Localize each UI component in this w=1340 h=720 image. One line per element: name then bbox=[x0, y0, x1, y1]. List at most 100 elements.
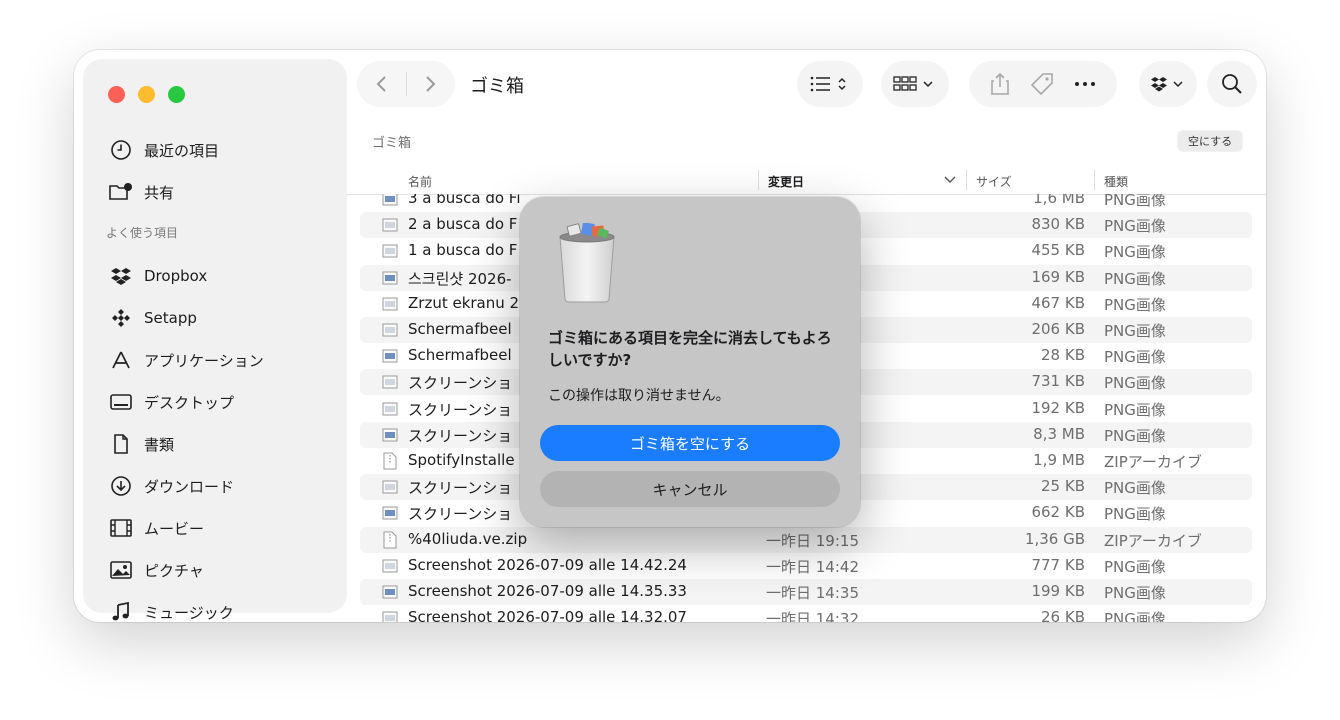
sidebar-item-music[interactable]: ミュージック bbox=[108, 597, 234, 622]
file-size: 28 KB bbox=[1041, 346, 1085, 365]
file-kind: PNG画像 bbox=[1104, 217, 1166, 236]
trash-full-icon bbox=[559, 223, 615, 303]
tag-icon bbox=[1030, 73, 1053, 96]
minimize-window-button[interactable] bbox=[138, 86, 155, 103]
close-window-button[interactable] bbox=[108, 86, 125, 103]
image-file-icon bbox=[382, 297, 398, 311]
sidebar-item-documents[interactable]: 書類 bbox=[108, 429, 174, 459]
file-name: スクリーンショ bbox=[408, 426, 513, 445]
file-size: 206 KB bbox=[1031, 320, 1085, 338]
zip-file-icon bbox=[383, 531, 397, 549]
sidebar-item-label: ミュージック bbox=[144, 603, 234, 622]
sidebar-item-shared[interactable]: 共有 bbox=[108, 177, 174, 207]
file-kind: PNG画像 bbox=[1104, 426, 1166, 445]
sidebar-item-downloads[interactable]: ダウンロード bbox=[108, 471, 234, 501]
more-icon bbox=[1075, 82, 1095, 86]
sidebar-item-applications[interactable]: アプリケーション bbox=[108, 345, 264, 375]
desktop-icon bbox=[108, 389, 134, 415]
file-date: 一昨日 14:42 bbox=[766, 557, 859, 576]
sidebar-item-label: 最近の項目 bbox=[144, 141, 220, 160]
zoom-window-button[interactable] bbox=[168, 86, 185, 103]
table-row[interactable]: Screenshot 2026-07-09 alle 14.32.07 一昨日 1… bbox=[360, 605, 1252, 622]
dropbox-menu-button[interactable] bbox=[1140, 62, 1196, 106]
image-file-icon bbox=[382, 585, 398, 599]
chevron-left-icon bbox=[376, 76, 386, 92]
applications-icon bbox=[108, 347, 134, 373]
empty-trash-button[interactable]: 空にする bbox=[1178, 131, 1243, 151]
file-name: 3 a busca do Fi bbox=[408, 194, 521, 207]
column-kind[interactable]: 種類 bbox=[1104, 173, 1128, 190]
sidebar-item-recents[interactable]: 最近の項目 bbox=[108, 135, 219, 165]
image-file-icon bbox=[382, 194, 398, 206]
search-button[interactable] bbox=[1208, 62, 1256, 106]
music-icon bbox=[108, 599, 134, 622]
file-name: スクリーンショ bbox=[408, 374, 513, 393]
file-kind: PNG画像 bbox=[1104, 584, 1166, 602]
file-size: 1,9 MB bbox=[1033, 451, 1085, 469]
sidebar-item-label: 書類 bbox=[144, 435, 175, 454]
tag-button[interactable] bbox=[1030, 62, 1054, 106]
chevron-right-icon bbox=[426, 76, 436, 92]
image-file-icon bbox=[382, 323, 398, 337]
file-size: 455 KB bbox=[1031, 241, 1085, 260]
file-kind: ZIPアーカイブ bbox=[1104, 531, 1202, 550]
favorites-heading: よく使う項目 bbox=[106, 226, 179, 240]
table-row[interactable]: %40liuda.ve.zip 一昨日 19:15 1,36 GB ZIPアーカイブ bbox=[360, 526, 1252, 553]
file-size: 199 KB bbox=[1031, 582, 1085, 600]
sidebar-item-label: Setapp bbox=[144, 309, 197, 327]
dropbox-icon bbox=[1151, 77, 1183, 92]
file-date: 一昨日 14:32 bbox=[766, 610, 859, 622]
sidebar: 最近の項目 共有 よく使う項目 Dropbox Setapp アプリケーション … bbox=[84, 60, 346, 622]
table-row[interactable]: Screenshot 2026-07-09 alle 14.35.33 一昨日 1… bbox=[360, 579, 1252, 605]
view-mode-button[interactable] bbox=[798, 62, 862, 106]
file-size: 1,6 MB bbox=[1033, 194, 1085, 207]
table-row[interactable]: Screenshot 2026-07-09 alle 14.42.24 一昨日 1… bbox=[360, 553, 1252, 579]
file-size: 830 KB bbox=[1031, 215, 1085, 234]
navigation-buttons bbox=[358, 62, 454, 106]
sidebar-item-setapp[interactable]: Setapp bbox=[108, 303, 197, 333]
empty-trash-confirm-button[interactable]: ゴミ箱を空にする bbox=[540, 425, 840, 461]
setapp-icon bbox=[108, 305, 134, 331]
sidebar-item-label: デスクトップ bbox=[144, 393, 235, 412]
sidebar-item-pictures[interactable]: ピクチャ bbox=[108, 555, 204, 585]
sidebar-item-desktop[interactable]: デスクトップ bbox=[108, 387, 234, 417]
list-view-icon bbox=[810, 76, 846, 92]
file-name: Screenshot 2026-07-09 alle 14.35.33 bbox=[408, 582, 687, 600]
column-size[interactable]: サイズ bbox=[976, 173, 1012, 190]
image-file-icon bbox=[382, 271, 398, 285]
file-size: 731 KB bbox=[1031, 372, 1085, 391]
file-kind: PNG画像 bbox=[1104, 610, 1166, 622]
group-by-button[interactable] bbox=[882, 62, 948, 106]
file-date: 一昨日 19:15 bbox=[766, 531, 859, 550]
search-icon bbox=[1222, 74, 1242, 94]
cancel-button[interactable]: キャンセル bbox=[540, 471, 840, 507]
picture-icon bbox=[108, 557, 134, 583]
action-buttons-group bbox=[970, 62, 1116, 106]
image-file-icon bbox=[382, 218, 398, 232]
forward-button[interactable] bbox=[406, 62, 454, 106]
clock-icon bbox=[108, 137, 134, 163]
column-header: 名前 変更日 サイズ 種類 bbox=[346, 166, 1266, 195]
column-date[interactable]: 変更日 bbox=[768, 173, 804, 190]
file-name: スクリーンショ bbox=[408, 479, 513, 498]
share-button[interactable] bbox=[990, 62, 1010, 106]
document-icon bbox=[108, 431, 134, 457]
more-button[interactable] bbox=[1074, 62, 1096, 106]
sidebar-item-movies[interactable]: ムービー bbox=[108, 513, 204, 543]
sidebar-item-dropbox[interactable]: Dropbox bbox=[108, 261, 207, 291]
grid-group-icon bbox=[893, 76, 933, 91]
empty-trash-dialog: ゴミ箱にある項目を完全に消去してもよろしいですか? この操作は取り消せません。 … bbox=[520, 197, 860, 527]
dropbox-icon bbox=[108, 263, 134, 289]
column-name[interactable]: 名前 bbox=[408, 173, 432, 190]
back-button[interactable] bbox=[358, 62, 406, 106]
file-kind: PNG画像 bbox=[1104, 400, 1166, 419]
sidebar-item-label: ピクチャ bbox=[144, 561, 204, 580]
file-kind: PNG画像 bbox=[1104, 243, 1166, 262]
file-kind: ZIPアーカイブ bbox=[1104, 453, 1202, 471]
file-size: 8,3 MB bbox=[1033, 424, 1085, 443]
file-kind: PNG画像 bbox=[1104, 348, 1166, 367]
image-file-icon bbox=[382, 402, 398, 416]
file-name: Schermafbeel bbox=[408, 320, 512, 338]
path-label: ゴミ箱 bbox=[372, 136, 412, 151]
sidebar-item-label: 共有 bbox=[144, 183, 175, 202]
